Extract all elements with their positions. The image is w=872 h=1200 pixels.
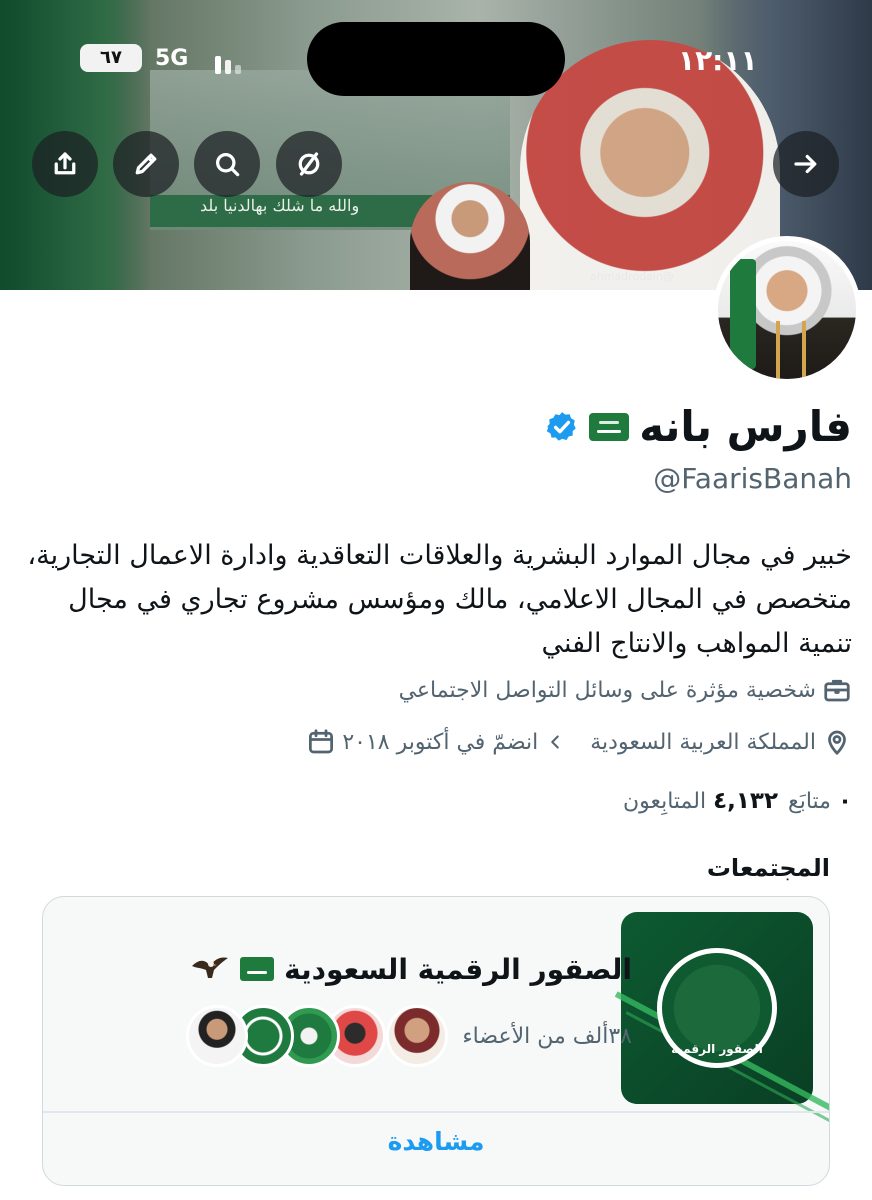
members-count: ٣٨ألف من الأعضاء <box>462 1023 632 1049</box>
member-avatar <box>386 1005 449 1067</box>
followers-count: ٤,١٣٢ <box>713 788 778 814</box>
community-title-row: الصقور الرقمية السعودية <box>190 952 632 986</box>
profile-meta-row: المملكة العربية السعودية انضمّ في أكتوبر… <box>306 727 852 757</box>
banner-figure-prince <box>410 182 530 290</box>
following-link[interactable]: ٠ متابَع <box>788 788 852 814</box>
pencil-icon <box>135 153 157 175</box>
search-icon <box>216 153 240 177</box>
member-avatar <box>186 1005 249 1067</box>
network-type: 5G <box>155 46 189 71</box>
community-image: الصقور الرقمية <box>614 912 829 1136</box>
following-count: ٠ <box>837 788 852 814</box>
view-community-button[interactable]: مشاهدة <box>43 1127 829 1156</box>
chevron-left-icon <box>551 735 560 749</box>
mute-button[interactable] <box>276 131 342 197</box>
signal-icon <box>215 52 255 74</box>
profile-bio: خبير في مجال الموارد البشرية والعلاقات ا… <box>27 540 852 659</box>
briefcase-icon <box>824 679 850 702</box>
community-image-caption: الصقور الرقمية <box>671 1042 763 1056</box>
communities-heading: المجتمعات <box>706 854 830 882</box>
profile-category: شخصية مؤثرة على وسائل التواصل الاجتماعي <box>399 675 852 705</box>
calendar-icon <box>309 729 334 754</box>
search-button[interactable] <box>194 131 260 197</box>
followers-link[interactable]: ٤,١٣٢ المتابِعون <box>623 788 778 814</box>
follow-stats: ٠ متابَع ٤,١٣٢ المتابِعون <box>623 788 852 814</box>
eagle-icon <box>192 957 229 978</box>
share-icon <box>54 152 76 175</box>
member-avatars <box>186 1005 449 1067</box>
status-time: ١٢:١١ <box>678 44 758 77</box>
saudi-flag-icon <box>240 957 275 981</box>
edit-button[interactable] <box>113 131 179 197</box>
profile-name: فارس بانه <box>639 402 852 451</box>
banner-watermark: @ahmadrodain <box>590 270 674 283</box>
community-members: ٣٨ألف من الأعضاء <box>186 1005 632 1067</box>
battery-icon: ٦٧ <box>80 44 142 72</box>
profile-location: المملكة العربية السعودية <box>590 727 852 757</box>
profile-avatar[interactable] <box>713 236 861 384</box>
arrow-right-icon <box>794 154 817 174</box>
profile-handle: @FaarisBanah <box>653 462 852 495</box>
back-button[interactable] <box>773 131 839 197</box>
saudi-flag-icon <box>589 412 630 441</box>
card-divider <box>43 1111 829 1113</box>
following-label: متابَع <box>787 789 831 814</box>
community-title: الصقور الرقمية السعودية <box>284 952 632 986</box>
banner-caption: والله ما شلك بهالدنيا بلد <box>200 196 360 215</box>
share-button[interactable] <box>32 131 98 197</box>
join-date-text: انضمّ في أكتوبر ٢٠١٨ <box>342 729 539 755</box>
avatar-bisht-trim <box>776 321 806 379</box>
profile-name-row: فارس بانه <box>545 402 852 451</box>
verified-badge-icon[interactable] <box>545 410 579 444</box>
location-text: المملكة العربية السعودية <box>590 729 816 755</box>
dynamic-island <box>307 22 565 96</box>
circle-slash-icon <box>298 152 320 176</box>
profile-join-date[interactable]: انضمّ في أكتوبر ٢٠١٨ <box>306 727 566 757</box>
location-pin-icon <box>828 730 846 755</box>
avatar-flag <box>730 259 756 369</box>
followers-label: المتابِعون <box>622 789 707 814</box>
category-text: شخصية مؤثرة على وسائل التواصل الاجتماعي <box>398 677 816 703</box>
